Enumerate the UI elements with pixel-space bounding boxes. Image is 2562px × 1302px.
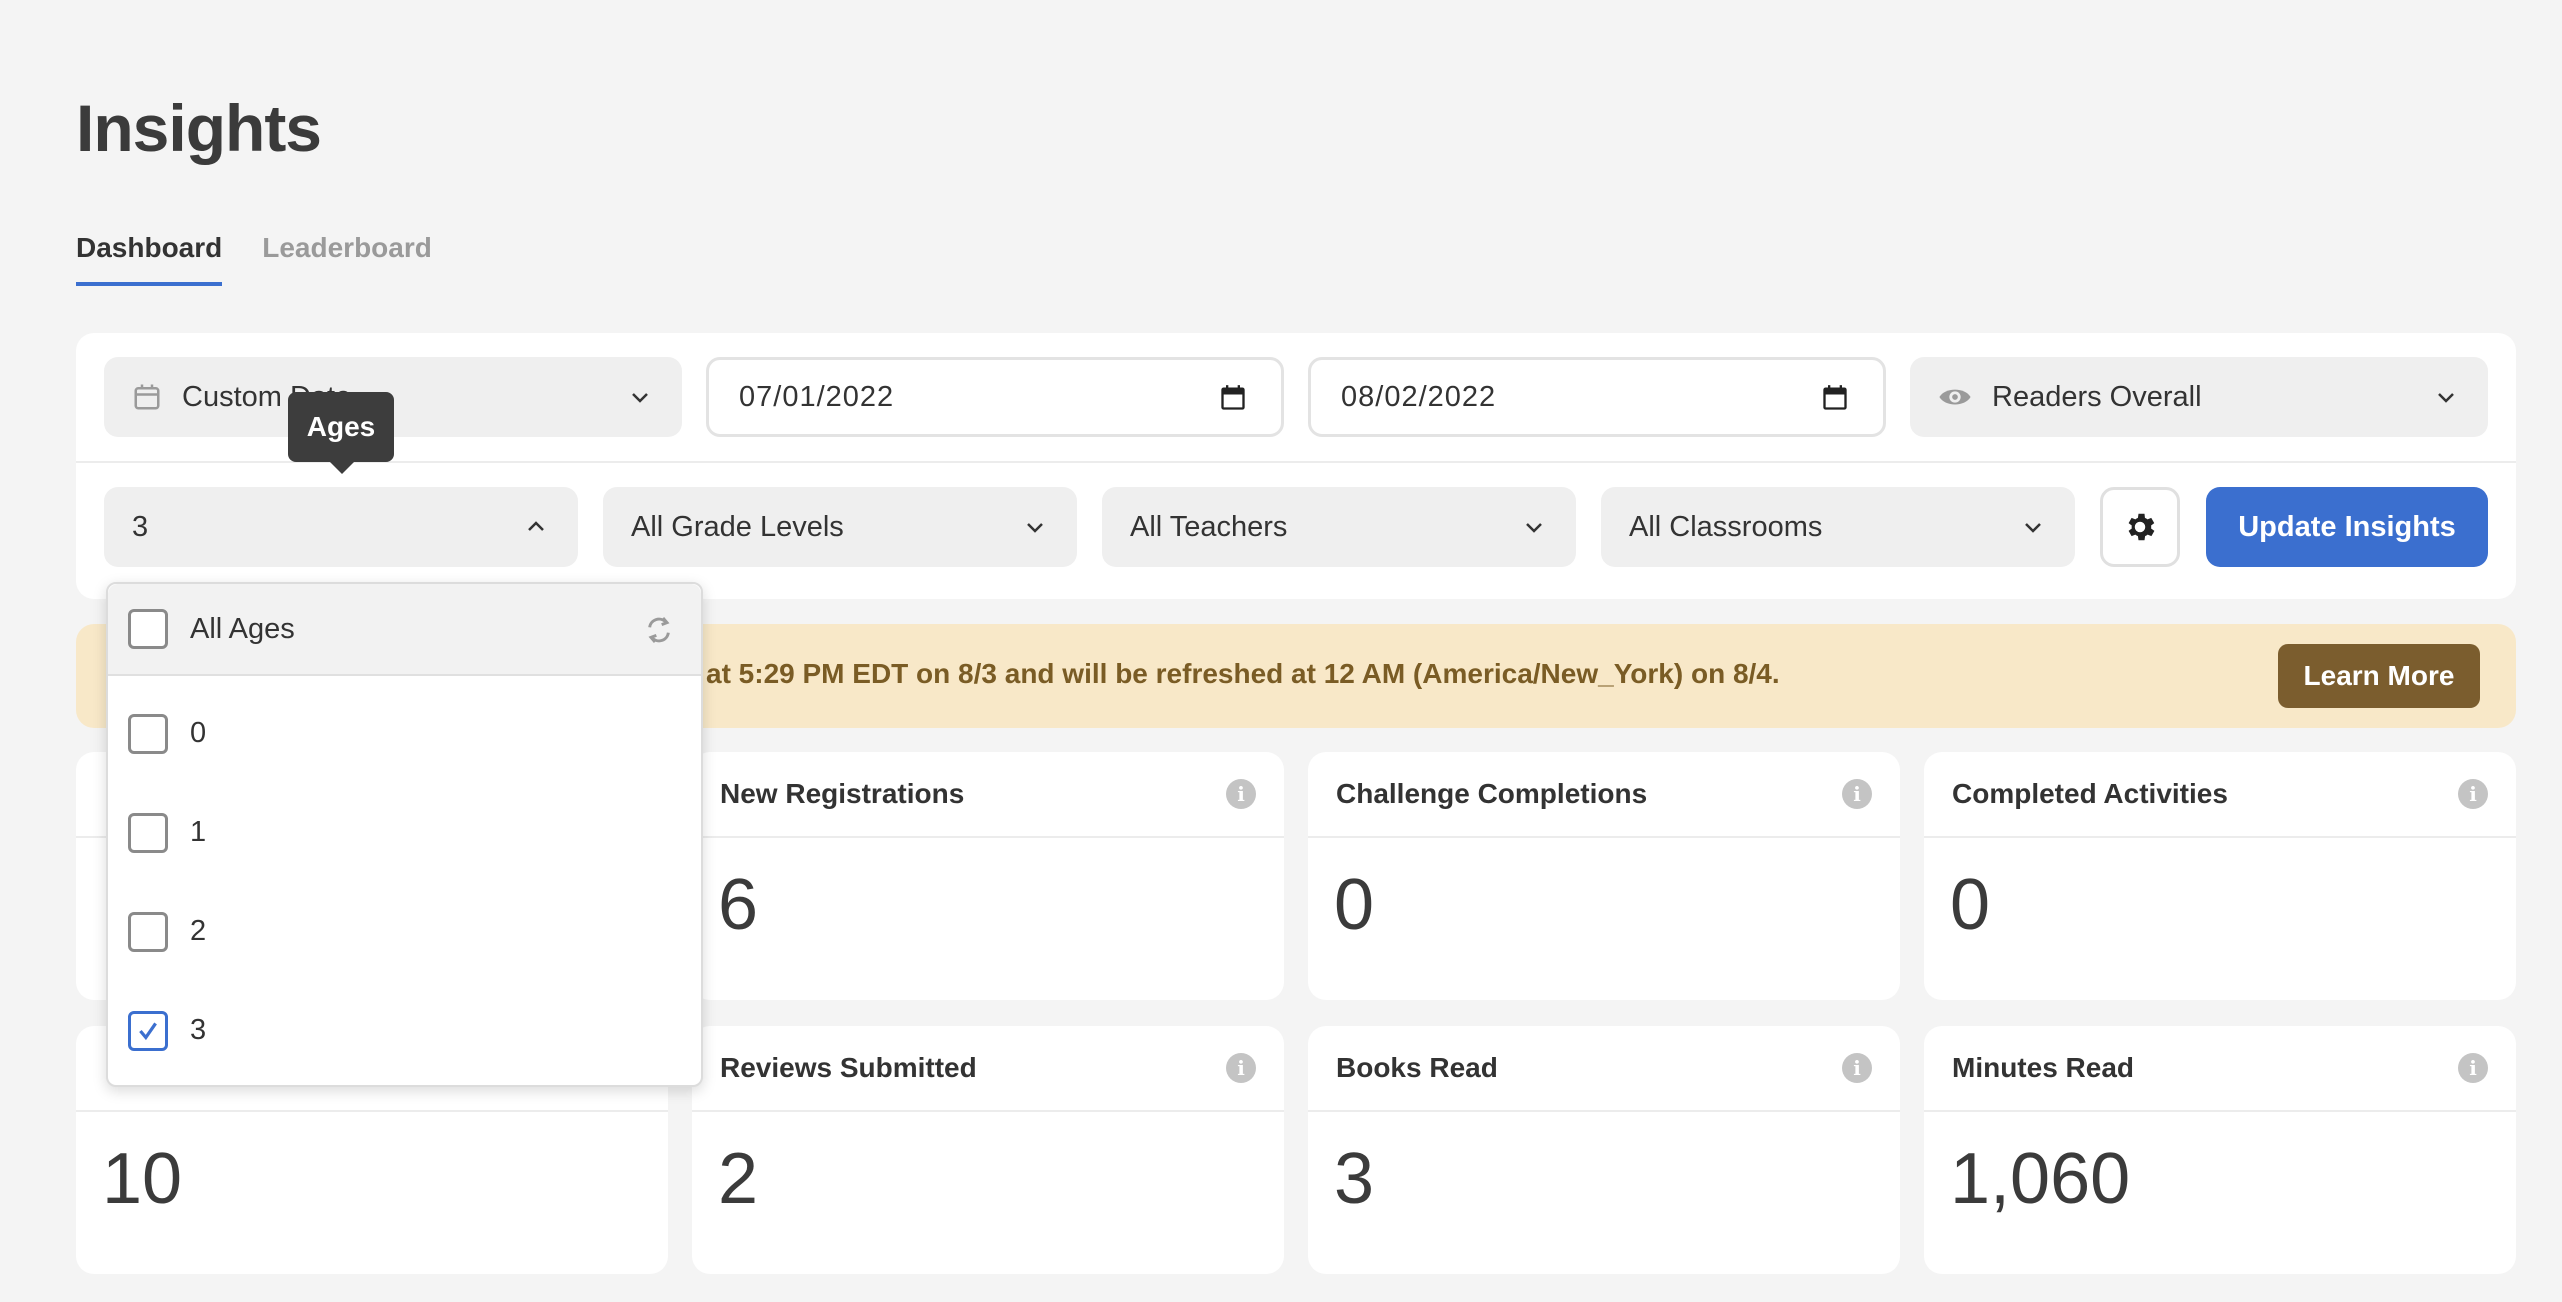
end-date-input[interactable]: 08/02/2022: [1308, 357, 1886, 437]
info-icon[interactable]: i: [1842, 779, 1872, 809]
stat-title: Challenge Completions: [1336, 778, 1648, 809]
age-option-label: 2: [190, 915, 207, 947]
tab-leaderboard[interactable]: Leaderboard: [262, 232, 432, 286]
checkmark-icon: [139, 1021, 157, 1040]
stat-value: 6: [718, 865, 759, 945]
stat-card-reviews-submitted: Reviews Submitted i 2: [692, 1026, 1284, 1274]
chevron-up-icon: [528, 521, 544, 531]
update-insights-button[interactable]: Update Insights: [2206, 487, 2488, 567]
chevron-down-icon: [1526, 523, 1542, 533]
age-checkbox[interactable]: [128, 911, 168, 952]
start-date-value: 07/01/2022: [739, 380, 895, 413]
ages-value: 3: [132, 510, 149, 543]
info-icon[interactable]: i: [1226, 1053, 1256, 1083]
stat-card-completed-activities: Completed Activities i 0: [1924, 752, 2516, 1000]
eye-icon: [1938, 380, 1972, 414]
age-option-0[interactable]: 0: [108, 684, 701, 783]
stat-title: Minutes Read: [1952, 1052, 2135, 1083]
classrooms-select[interactable]: All Classrooms: [1601, 487, 2075, 567]
age-option-1[interactable]: 1: [108, 783, 701, 882]
stat-card-challenge-completions: Challenge Completions i 0: [1308, 752, 1900, 1000]
end-date-value: 08/02/2022: [1341, 380, 1497, 413]
gear-icon: [2128, 513, 2155, 541]
age-option-label: 1: [190, 816, 207, 848]
info-icon[interactable]: i: [2458, 1053, 2488, 1083]
banner-text: at 5:29 PM EDT on 8/3 and will be refres…: [706, 658, 1780, 689]
chevron-down-icon: [1027, 523, 1043, 533]
ages-dropdown: All Ages 0 1 2 3: [106, 582, 703, 1087]
view-select[interactable]: Readers Overall: [1910, 357, 2488, 437]
settings-button[interactable]: [2100, 487, 2180, 567]
all-ages-checkbox[interactable]: [128, 609, 168, 649]
info-icon[interactable]: i: [1226, 779, 1256, 809]
chevron-down-icon: [2438, 393, 2454, 403]
chevron-down-icon: [2025, 523, 2041, 533]
view-value: Readers Overall: [1992, 380, 2202, 413]
stat-title: Completed Activities: [1952, 778, 2228, 809]
filter-divider: [76, 461, 2516, 463]
age-option-label: 3: [190, 1014, 207, 1046]
stat-title: Books Read: [1336, 1052, 1498, 1083]
all-ages-label: All Ages: [190, 612, 295, 645]
age-option-3[interactable]: 3: [108, 981, 701, 1080]
ages-tooltip: Ages: [288, 392, 394, 474]
stat-card-books-read: Books Read i 3: [1308, 1026, 1900, 1274]
stat-card-new-registrations: New Registrations i 6: [692, 752, 1284, 1000]
stat-title: New Registrations: [720, 778, 965, 809]
age-option-label: 0: [190, 717, 207, 749]
learn-more-button[interactable]: Learn More: [2278, 644, 2480, 708]
grade-levels-value: All Grade Levels: [631, 510, 844, 543]
calendar-icon: [132, 382, 162, 412]
teachers-value: All Teachers: [1130, 510, 1288, 543]
info-icon[interactable]: i: [1842, 1053, 1872, 1083]
grade-levels-select[interactable]: All Grade Levels: [603, 487, 1077, 567]
stat-value: 2: [718, 1139, 759, 1219]
stat-value: 0: [1950, 865, 1991, 945]
tab-bar: Dashboard Leaderboard: [76, 232, 432, 286]
chevron-down-icon: [632, 393, 648, 403]
age-checkbox-checked[interactable]: [128, 1010, 168, 1051]
stat-value: 10: [102, 1139, 183, 1219]
ages-select[interactable]: 3: [104, 487, 578, 567]
page-title: Insights: [76, 91, 322, 165]
start-date-input[interactable]: 07/01/2022: [706, 357, 1284, 437]
classrooms-value: All Classrooms: [1629, 510, 1823, 543]
teachers-select[interactable]: All Teachers: [1102, 487, 1576, 567]
info-icon[interactable]: i: [2458, 779, 2488, 809]
tab-dashboard[interactable]: Dashboard: [76, 232, 223, 286]
refresh-icon[interactable]: [641, 614, 677, 646]
calendar-picker-icon[interactable]: [1821, 384, 1849, 412]
calendar-picker-icon[interactable]: [1219, 384, 1247, 412]
stat-value: 3: [1334, 1139, 1375, 1219]
stat-card-minutes-read: Minutes Read i 1,060: [1924, 1026, 2516, 1274]
age-checkbox[interactable]: [128, 713, 168, 754]
all-ages-option[interactable]: All Ages: [108, 584, 701, 676]
stat-title: Reviews Submitted: [720, 1052, 977, 1083]
stat-value: 1,060: [1950, 1139, 2131, 1219]
age-option-2[interactable]: 2: [108, 882, 701, 981]
stat-value: 0: [1334, 865, 1375, 945]
age-checkbox[interactable]: [128, 812, 168, 853]
